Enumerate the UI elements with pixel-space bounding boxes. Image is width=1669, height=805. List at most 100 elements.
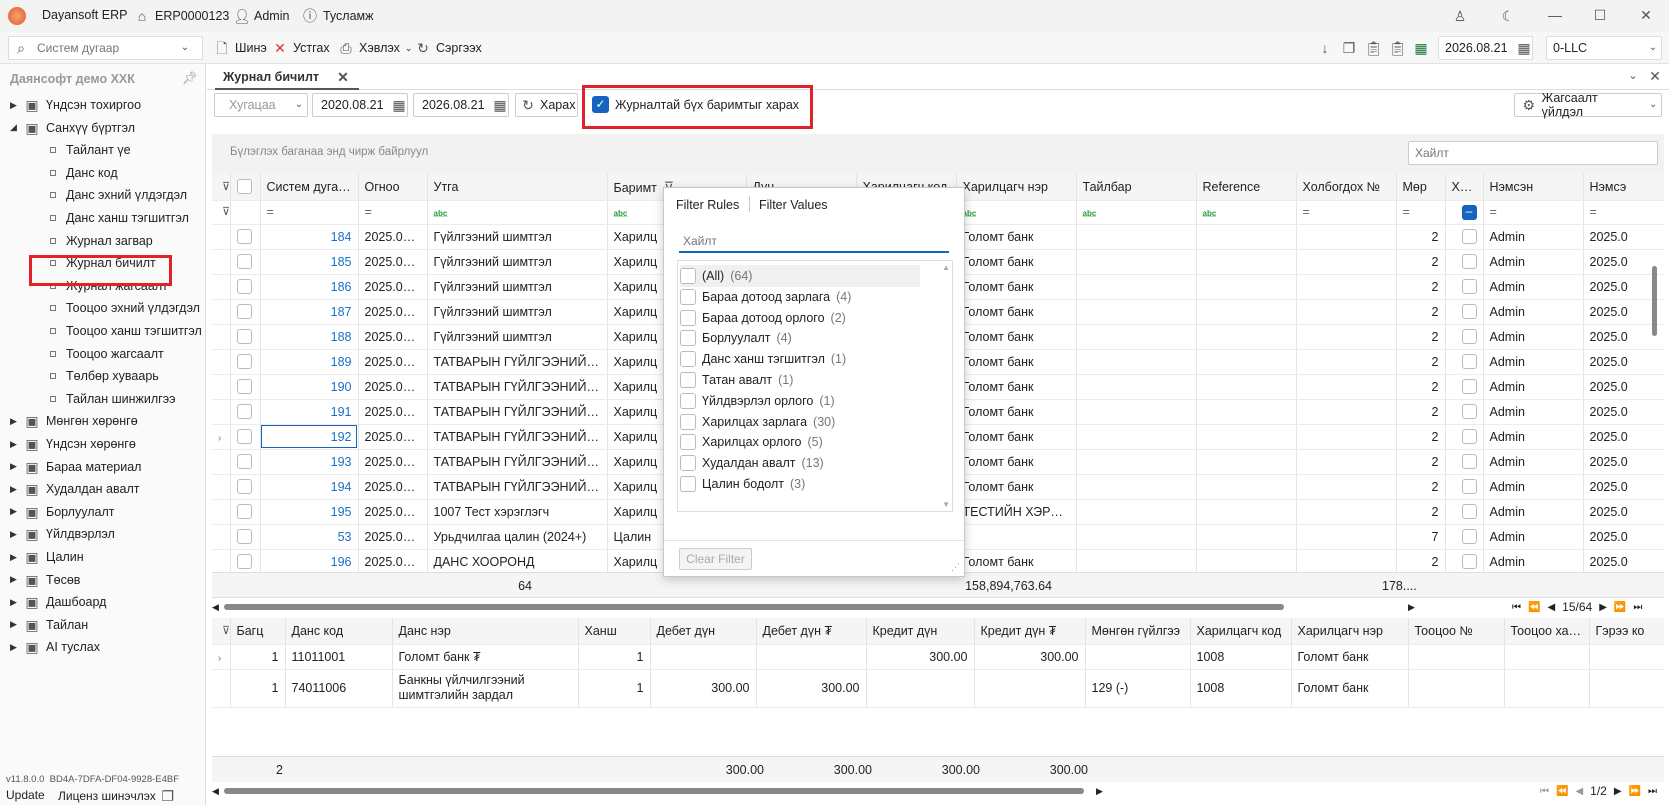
vertical-scrollbar[interactable]	[1652, 226, 1658, 570]
row-checkbox[interactable]	[230, 324, 261, 350]
system-number-input[interactable]	[37, 41, 177, 55]
delete-button[interactable]: ✕ Устгах	[272, 40, 329, 56]
sidebar-item[interactable]: ▶ ▣ Борлуулалт	[0, 501, 114, 523]
closed-checkbox[interactable]	[1461, 404, 1477, 420]
next-page-icon[interactable]: ⏩	[1629, 786, 1641, 797]
expand-icon[interactable]: ▶	[10, 574, 18, 585]
new-button[interactable]: 🗋︎ Шинэ	[214, 40, 266, 56]
expand-icon[interactable]: ▶	[10, 439, 18, 450]
row-checkbox[interactable]	[230, 399, 261, 425]
detail-column-header[interactable]: Кредит дүн ₮	[974, 618, 1086, 645]
column-header[interactable]: Мөр	[1396, 174, 1446, 201]
scroll-right-icon[interactable]: ▶	[1096, 786, 1103, 797]
column-header[interactable]: Нэмсэн	[1483, 174, 1584, 201]
filter-value-item[interactable]: Үйлдвэрлэл орлого (1)	[680, 390, 835, 412]
dark-mode-icon[interactable]: ☾	[1500, 8, 1516, 24]
closed-checkbox[interactable]	[1461, 479, 1477, 495]
sidebar-item[interactable]: ▶ ▣ Худалдан авалт	[0, 478, 139, 500]
column-header[interactable]: Утга	[427, 174, 608, 201]
filter-value-item[interactable]: Бараа дотоод орлого (2)	[680, 307, 846, 329]
detail-column-header[interactable]: Харилцагч код	[1190, 618, 1292, 645]
period-select[interactable]: Хугацаа ⌄	[214, 93, 308, 117]
list-actions-button[interactable]: ⚙ Жагсаалт үйлдэл ⌄	[1514, 91, 1662, 119]
grid-scrollbar[interactable]: ◀ ▶ ⏮ ⏪ ◀ 15/64 ▶ ⏩ ⏭	[212, 600, 1664, 614]
next-icon[interactable]: ▶	[1614, 786, 1622, 797]
detail-column-header[interactable]: Гэрээ ко	[1589, 618, 1664, 645]
date-from-picker[interactable]: 2020.08.21 ▦	[312, 93, 408, 117]
sidebar-item[interactable]: ▶ ▣ Үндсэн тохиргоо	[0, 94, 141, 116]
sidebar-item[interactable]: ▶ ▣ Тайлан	[0, 614, 88, 636]
row-checkbox[interactable]	[230, 524, 261, 550]
sidebar-item[interactable]: ▶ ▣ Үйлдвэрлэл	[0, 523, 115, 545]
sidebar-item[interactable]: Данс ханш тэгшитгэл	[0, 207, 189, 229]
paste-icon[interactable]: 📋︎	[1365, 40, 1383, 56]
expand-icon[interactable]: ▶	[10, 100, 18, 111]
minimize-button[interactable]: —	[1547, 7, 1563, 23]
expand-icon[interactable]: ▶	[10, 597, 18, 608]
closed-checkbox[interactable]	[1461, 254, 1477, 270]
filter-value-checkbox[interactable]	[680, 372, 696, 388]
filter-value-item[interactable]: Бараа дотоод зарлага (4)	[680, 286, 851, 308]
sidebar-item[interactable]: Төлбөр хуваарь	[0, 365, 159, 387]
filter-cell[interactable]: a̲b̲c̲	[427, 200, 608, 225]
calendar-icon[interactable]: ▦	[492, 97, 508, 113]
detail-column-header[interactable]: Кредит дүн	[866, 618, 975, 645]
sidebar-item[interactable]: ▶ ▣ Бараа материал	[0, 456, 141, 478]
sidebar-item[interactable]: Тайлант үе	[0, 139, 131, 161]
detail-row[interactable]: 1 74011006 Банкны үйлчилгээний шимтгэлийн …	[212, 669, 1664, 708]
filter-cell[interactable]: =	[1296, 200, 1397, 225]
expand-icon[interactable]: ▶	[10, 619, 18, 630]
expand-icon[interactable]: ▶	[10, 642, 18, 653]
chevron-down-icon[interactable]: ⌄	[1625, 68, 1641, 84]
resize-grip-icon[interactable]: ⋰	[951, 562, 960, 573]
detail-column-header[interactable]: Ханш	[578, 618, 651, 645]
detail-scrollbar[interactable]: ◀ ▶ ⏮ ⏪ ◀ 1/2 ▶ ⏩ ⏭	[212, 784, 1664, 798]
sidebar-item[interactable]: ▶ ▣ Төсөв	[0, 569, 80, 591]
account-icon[interactable]: ♙	[1452, 8, 1468, 24]
copy-icon[interactable]: ❐	[1341, 40, 1357, 56]
closed-checkbox[interactable]	[1461, 554, 1477, 570]
filter-cell[interactable]: a̲b̲c̲	[956, 200, 1077, 225]
detail-column-header[interactable]: Дебет дүн	[650, 618, 757, 645]
filter-value-item[interactable]: (All) (64)	[680, 265, 920, 287]
vertical-scroll-thumb[interactable]	[1652, 266, 1657, 336]
closed-checkbox[interactable]	[1461, 379, 1477, 395]
expand-icon[interactable]: ▶	[10, 416, 18, 427]
detail-column-header[interactable]: Багц	[230, 618, 286, 645]
filter-icon[interactable]: ⊽	[212, 200, 231, 225]
closed-checkbox[interactable]	[1461, 304, 1477, 320]
grid-search-input[interactable]	[1409, 142, 1649, 164]
download-icon[interactable]: ↓	[1317, 40, 1333, 56]
detail-column-header[interactable]: Тооцоо №	[1408, 618, 1505, 645]
filter-value-checkbox[interactable]	[680, 330, 696, 347]
detail-column-header[interactable]: Харилцагч нэр	[1291, 618, 1409, 645]
refresh-button[interactable]: ↻ Сэргээх	[415, 40, 482, 56]
row-checkbox[interactable]	[230, 474, 261, 500]
system-number-search[interactable]: ⌕ ⌄	[8, 36, 203, 60]
scroll-thumb[interactable]	[224, 604, 1284, 610]
closed-checkbox[interactable]	[1461, 454, 1477, 470]
sidebar-item[interactable]: ▶ ▣ Үндсэн хөрөнгө	[0, 433, 136, 455]
prev-icon[interactable]: ◀	[1575, 786, 1583, 797]
date-to-picker[interactable]: 2026.08.21 ▦	[413, 93, 509, 117]
detail-column-header[interactable]: Дебет дүн ₮	[756, 618, 867, 645]
filter-value-item[interactable]: Худалдан авалт (13)	[680, 452, 824, 474]
filter-cell[interactable]: =	[1396, 200, 1446, 225]
row-checkbox[interactable]	[230, 374, 261, 400]
next-icon[interactable]: ▶	[1599, 602, 1607, 613]
closed-checkbox[interactable]	[1461, 279, 1477, 295]
closed-checkbox[interactable]	[1461, 529, 1477, 545]
last-page-icon[interactable]: ⏭	[1633, 602, 1642, 613]
filter-search-box[interactable]	[679, 231, 949, 253]
clear-filter-button[interactable]: Clear Filter	[679, 548, 752, 570]
row-checkbox[interactable]	[230, 424, 261, 450]
prev-page-icon[interactable]: ⏪	[1528, 602, 1540, 613]
sidebar-item[interactable]: ▶ ▣ Дашбоард	[0, 591, 106, 613]
closed-checkbox[interactable]	[1461, 229, 1477, 245]
sidebar-item[interactable]: Журнал загвар	[0, 230, 153, 252]
excel-icon[interactable]: ▦	[1413, 40, 1429, 56]
filter-cell[interactable]: –	[1445, 200, 1484, 225]
sidebar-item[interactable]: ◢ ▣ Санхүү бүртгэл	[0, 117, 135, 139]
expand-icon[interactable]: ▶	[10, 506, 18, 517]
maximize-button[interactable]: ☐	[1592, 7, 1608, 23]
